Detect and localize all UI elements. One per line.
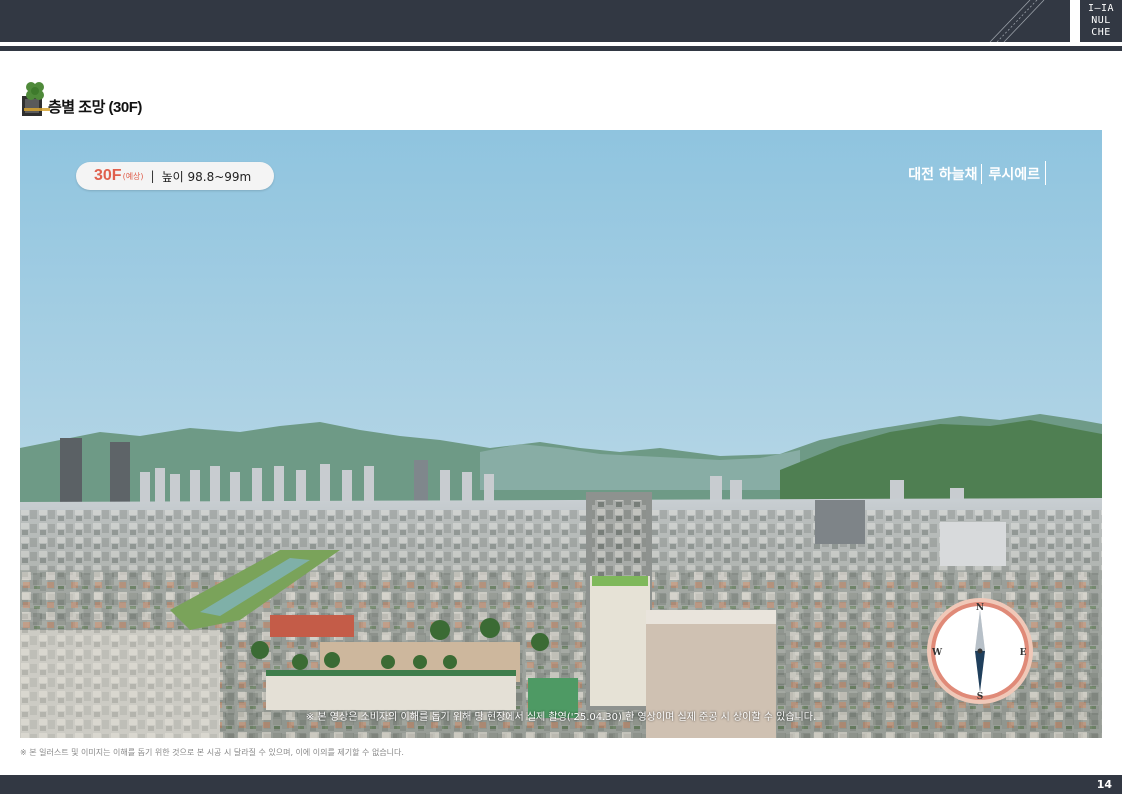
compass-e: E (1020, 648, 1027, 658)
footer-bar: 14 (0, 775, 1122, 794)
page-title: 층별 조망 (30F) (48, 99, 142, 116)
compass-n: N (976, 603, 984, 613)
floor-note: (예상) (122, 171, 144, 181)
aerial-view-image: 30F (예상) | 높이 98.8~99m 대전 하늘채 루시에르 N E S… (20, 130, 1102, 738)
page-number: 14 (1096, 778, 1112, 791)
compass-w: W (931, 648, 943, 658)
brand-sub: 루시에르 (981, 161, 1046, 185)
video-disclaimer: ※ 본 영상은 소비자의 이해를 돕기 위해 당 현장에서 실제 촬영('25.… (305, 712, 817, 723)
image-disclaimer: ※ 본 일러스트 및 이미지는 이해를 돕기 위한 것으로 본 시공 시 달라질… (20, 748, 404, 757)
header-bar (0, 0, 1070, 42)
floor-badge: 30F (예상) | 높이 98.8~99m (76, 162, 274, 190)
floor-label: 30F (94, 167, 122, 184)
floor-height: 높이 98.8~99m (161, 169, 252, 184)
brand-name: 대전 하늘채 (908, 167, 978, 183)
floor-separator: | (150, 169, 155, 183)
header-decoration-icon (989, 0, 1045, 42)
compass-icon: N E S W (927, 598, 1033, 704)
brand-logo-text: I–IA NUL CHE (1087, 3, 1115, 38)
compass-s: S (977, 692, 984, 702)
brand-watermark: 대전 하늘채 루시에르 (908, 161, 1046, 185)
header-stripe (0, 46, 1122, 51)
brand-logo: I–IA NUL CHE (1080, 0, 1122, 42)
